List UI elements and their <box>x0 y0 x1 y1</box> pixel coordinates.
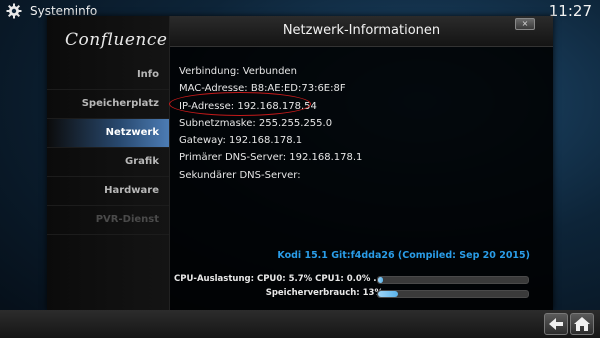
cpu-usage-fill <box>378 277 383 283</box>
sidebar: Confluence Info Speicherplatz Netzwerk G… <box>47 16 170 310</box>
bottom-bar <box>0 310 600 338</box>
ip-highlight-ellipse <box>169 92 311 116</box>
close-button[interactable]: × <box>515 18 535 30</box>
sidebar-item-network[interactable]: Netzwerk <box>47 119 169 148</box>
sidebar-item-info[interactable]: Info <box>47 61 169 90</box>
memory-usage-row: Speicherverbrauch: 13% <box>170 288 553 300</box>
home-icon <box>574 317 590 331</box>
system-info-dialog: Confluence Info Speicherplatz Netzwerk G… <box>47 16 553 310</box>
home-button[interactable] <box>570 313 594 335</box>
gateway: Gateway: 192.168.178.1 <box>179 135 303 147</box>
gear-icon <box>6 3 22 19</box>
memory-usage-label: Speicherverbrauch: 13% <box>265 288 383 298</box>
sidebar-item-pvr-service: PVR-Dienst <box>47 206 169 235</box>
sidebar-menu: Info Speicherplatz Netzwerk Grafik Hardw… <box>47 61 169 235</box>
dialog-header: Netzwerk-Informationen × <box>170 16 553 47</box>
dialog-title: Netzwerk-Informationen <box>282 23 441 38</box>
sidebar-item-hardware[interactable]: Hardware <box>47 177 169 206</box>
back-arrow-icon <box>549 318 563 330</box>
memory-usage-fill <box>378 291 398 297</box>
cpu-usage-bar <box>377 276 529 284</box>
sidebar-item-video[interactable]: Grafik <box>47 148 169 177</box>
cpu-usage-label: CPU-Auslastung: CPU0: 5.7% CPU1: 0.0% ..… <box>174 274 383 284</box>
subnet-mask: Subnetzmaske: 255.255.255.0 <box>179 117 333 129</box>
cpu-usage-row: CPU-Auslastung: CPU0: 5.7% CPU1: 0.0% ..… <box>170 274 553 286</box>
primary-dns: Primärer DNS-Server: 192.168.178.1 <box>179 152 363 164</box>
memory-usage-bar <box>377 290 529 298</box>
connection-status: Verbindung: Verbunden <box>179 66 297 77</box>
confluence-logo: Confluence <box>65 30 168 50</box>
clock: 11:27 <box>548 2 592 20</box>
secondary-dns: Sekundärer DNS-Server: <box>179 169 301 181</box>
back-button[interactable] <box>544 313 568 335</box>
sidebar-item-storage[interactable]: Speicherplatz <box>47 90 169 119</box>
version-info: Kodi 15.1 Git:f4dda26 (Compiled: Sep 20 … <box>277 250 530 261</box>
network-info-list: Verbindung: Verbunden MAC-Adresse: B8:AE… <box>179 63 362 184</box>
